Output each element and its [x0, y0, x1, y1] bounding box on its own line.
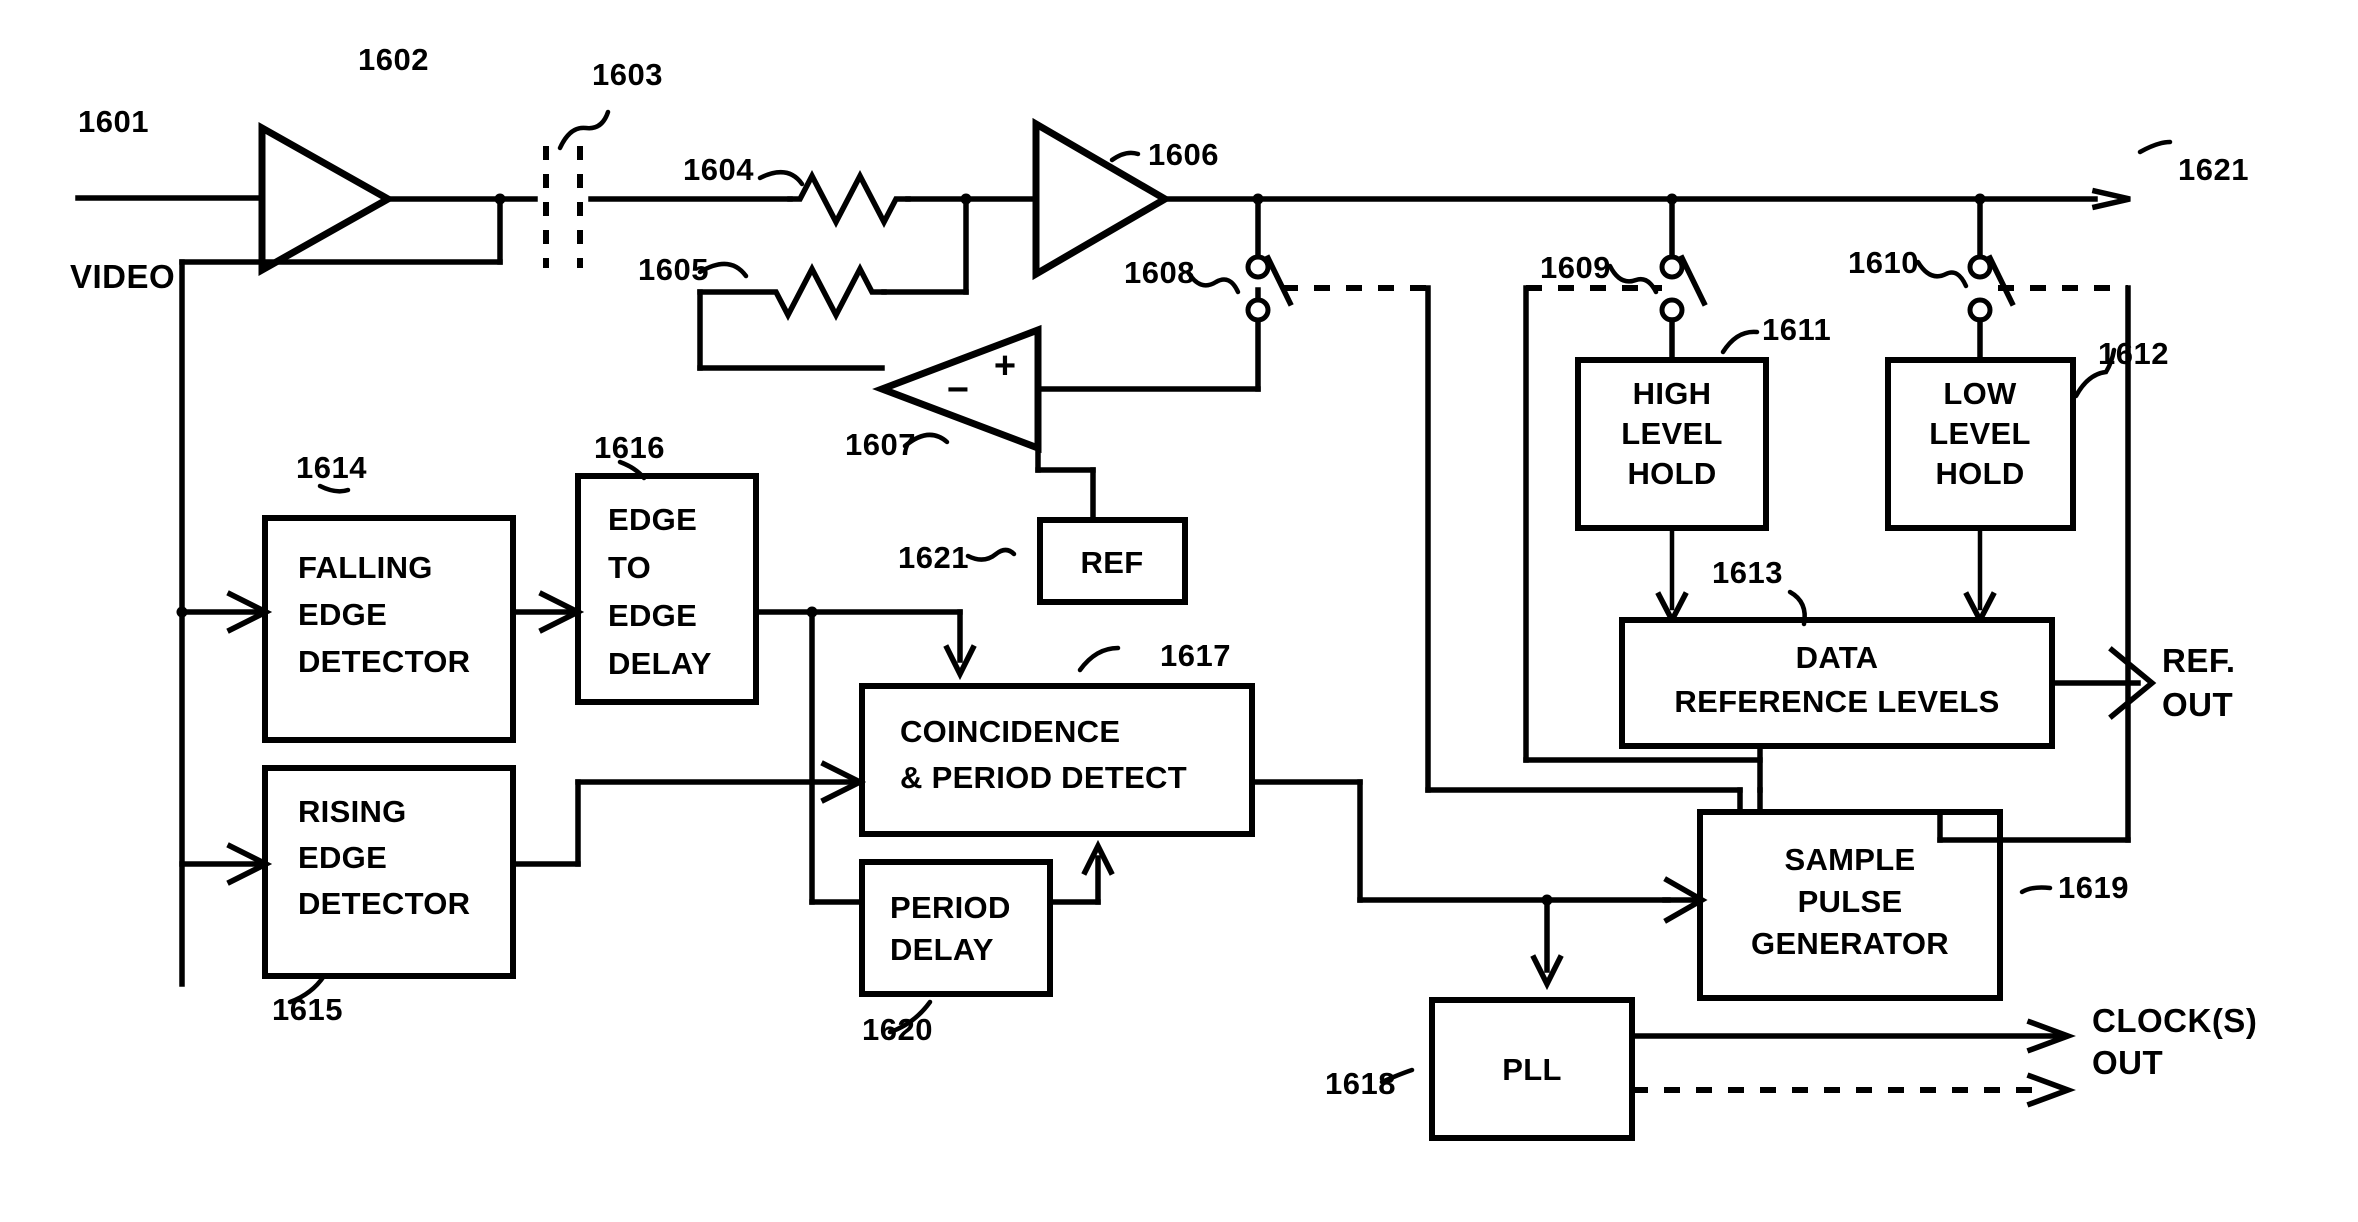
coincidence-to-spg-wire: [1250, 779, 1671, 906]
edge-to-edge-delay-block: EDGE TO EDGE DELAY: [575, 473, 759, 705]
numeral-1601: 1601: [78, 104, 149, 139]
amplifier-1606: [1032, 117, 1172, 281]
high-level-hold-block: HIGH LEVEL HOLD: [1575, 357, 1769, 531]
pll-clock-output-solid: [1629, 1018, 2076, 1054]
edge-to-edge-delay-line2: TO: [608, 550, 651, 585]
comparator-ref-wire: [1035, 445, 1096, 523]
ref-block: REF: [1037, 517, 1188, 605]
ref-out-label-line2: OUT: [2162, 686, 2233, 723]
numeral-1613: 1613: [1712, 555, 1783, 590]
falling-to-delay-wire: [510, 590, 585, 634]
falling-edge-detector-line3: DETECTOR: [298, 644, 470, 679]
rising-edge-detector-line2: EDGE: [298, 840, 387, 875]
numeral-1614: 1614: [296, 450, 367, 485]
numeral-1612: 1612: [2098, 336, 2169, 371]
data-reference-levels-block: DATA REFERENCE LEVELS: [1619, 617, 2055, 749]
numeral-1604: 1604: [683, 152, 754, 187]
block-diagram-svg: − + REF HIGH LEVEL HOLD LOW LEVEL HOLD D…: [70, 42, 2257, 1141]
numeral-1602: 1602: [358, 42, 429, 77]
high-level-hold-output-wire: [1655, 525, 1689, 626]
pll-input-arrow: [1530, 897, 1564, 991]
numeral-1606: 1606: [1148, 137, 1219, 172]
main-output-rail: [1162, 187, 2131, 211]
rising-edge-detector-line3: DETECTOR: [298, 886, 470, 921]
video-input-label: VIDEO: [70, 258, 175, 295]
falling-edge-detector-line2: EDGE: [298, 597, 387, 632]
low-level-hold-line2: LEVEL: [1929, 416, 2030, 451]
rising-edge-detector-input-wire: [179, 842, 273, 886]
pll-block: PLL: [1429, 997, 1635, 1141]
numeral-1615: 1615: [272, 992, 343, 1027]
edge-to-edge-delay-line4: DELAY: [608, 646, 712, 681]
coincidence-period-detect-block: COINCIDENCE & PERIOD DETECT: [859, 683, 1255, 837]
numeral-1608: 1608: [1124, 255, 1195, 290]
numeral-1610: 1610: [1848, 245, 1919, 280]
patent-figure-sheet: − + REF HIGH LEVEL HOLD LOW LEVEL HOLD D…: [0, 0, 2358, 1222]
switch-1608[interactable]: [1245, 196, 1428, 323]
numeral-1603: 1603: [592, 57, 663, 92]
high-level-hold-line2: LEVEL: [1621, 416, 1722, 451]
clocks-out-label-line2: OUT: [2092, 1044, 2163, 1081]
rising-edge-detector-line1: RISING: [298, 794, 407, 829]
edge-to-edge-delay-line1: EDGE: [608, 502, 697, 537]
period-delay-block: PERIOD DELAY: [859, 859, 1053, 997]
data-reference-levels-feedback-wire: [1523, 743, 1763, 793]
rising-to-coincidence-wire: [510, 760, 867, 867]
high-level-hold-line1: HIGH: [1633, 376, 1712, 411]
ref-out-arrow: [2049, 646, 2157, 720]
numeral-1621-ref: 1621: [898, 540, 969, 575]
edge-to-edge-delay-line3: EDGE: [608, 598, 697, 633]
comparator-1607-output-wire: [1035, 287, 1261, 392]
sample-pulse-generator-line2: PULSE: [1798, 884, 1903, 919]
numeral-1605: 1605: [638, 252, 709, 287]
numeral-1619: 1619: [2058, 870, 2129, 905]
numeral-1621-out: 1621: [2178, 152, 2249, 187]
numeral-1609: 1609: [1540, 250, 1611, 285]
rising-edge-detector-block: RISING EDGE DETECTOR: [262, 765, 516, 979]
ref-block-label: REF: [1081, 545, 1144, 580]
low-level-hold-block: LOW LEVEL HOLD: [1885, 357, 2076, 531]
numeral-1618: 1618: [1325, 1066, 1396, 1101]
delay-branch-to-period-delay: [806, 606, 865, 905]
falling-edge-detector-line1: FALLING: [298, 550, 433, 585]
delay-to-coincidence-wire: [753, 609, 977, 681]
amplifier-1602: [258, 122, 396, 276]
high-level-hold-line3: HOLD: [1627, 456, 1716, 491]
switch-1608-to-spg: [1737, 787, 1763, 815]
numeral-1607: 1607: [845, 427, 916, 462]
resistor-1604: [787, 170, 1039, 228]
resistor-1605: [697, 263, 887, 371]
sample-pulse-generator-line1: SAMPLE: [1785, 842, 1916, 877]
coincidence-line2: & PERIOD DETECT: [900, 760, 1187, 795]
data-reference-levels-line2: REFERENCE LEVELS: [1674, 684, 1999, 719]
numeral-1611: 1611: [1762, 312, 1831, 347]
falling-edge-detector-block: FALLING EDGE DETECTOR: [262, 515, 516, 743]
low-level-hold-output-wire: [1963, 525, 1997, 626]
feedback-node-wire: [881, 193, 972, 295]
period-delay-line2: DELAY: [890, 932, 994, 967]
sample-pulse-generator-line3: GENERATOR: [1751, 926, 1949, 961]
ref-out-label-line1: REF.: [2162, 642, 2236, 679]
low-level-hold-line3: HOLD: [1935, 456, 2024, 491]
low-level-hold-line1: LOW: [1943, 376, 2017, 411]
comparator-minus-sign: −: [947, 369, 969, 411]
falling-edge-detector-input-wire: [176, 590, 273, 634]
pll-label: PLL: [1502, 1052, 1561, 1087]
clocks-out-label-line1: CLOCK(S): [2092, 1002, 2257, 1039]
period-delay-feedback-wire: [1047, 839, 1115, 905]
comparator-plus-sign: +: [994, 345, 1016, 387]
numeral-1620: 1620: [862, 1012, 933, 1047]
pll-clock-output-dashed: [1632, 1072, 2076, 1108]
period-delay-line1: PERIOD: [890, 890, 1011, 925]
numeral-1617: 1617: [1160, 638, 1231, 673]
data-reference-levels-line1: DATA: [1796, 640, 1879, 675]
numeral-1616: 1616: [594, 430, 665, 465]
coincidence-line1: COINCIDENCE: [900, 714, 1120, 749]
